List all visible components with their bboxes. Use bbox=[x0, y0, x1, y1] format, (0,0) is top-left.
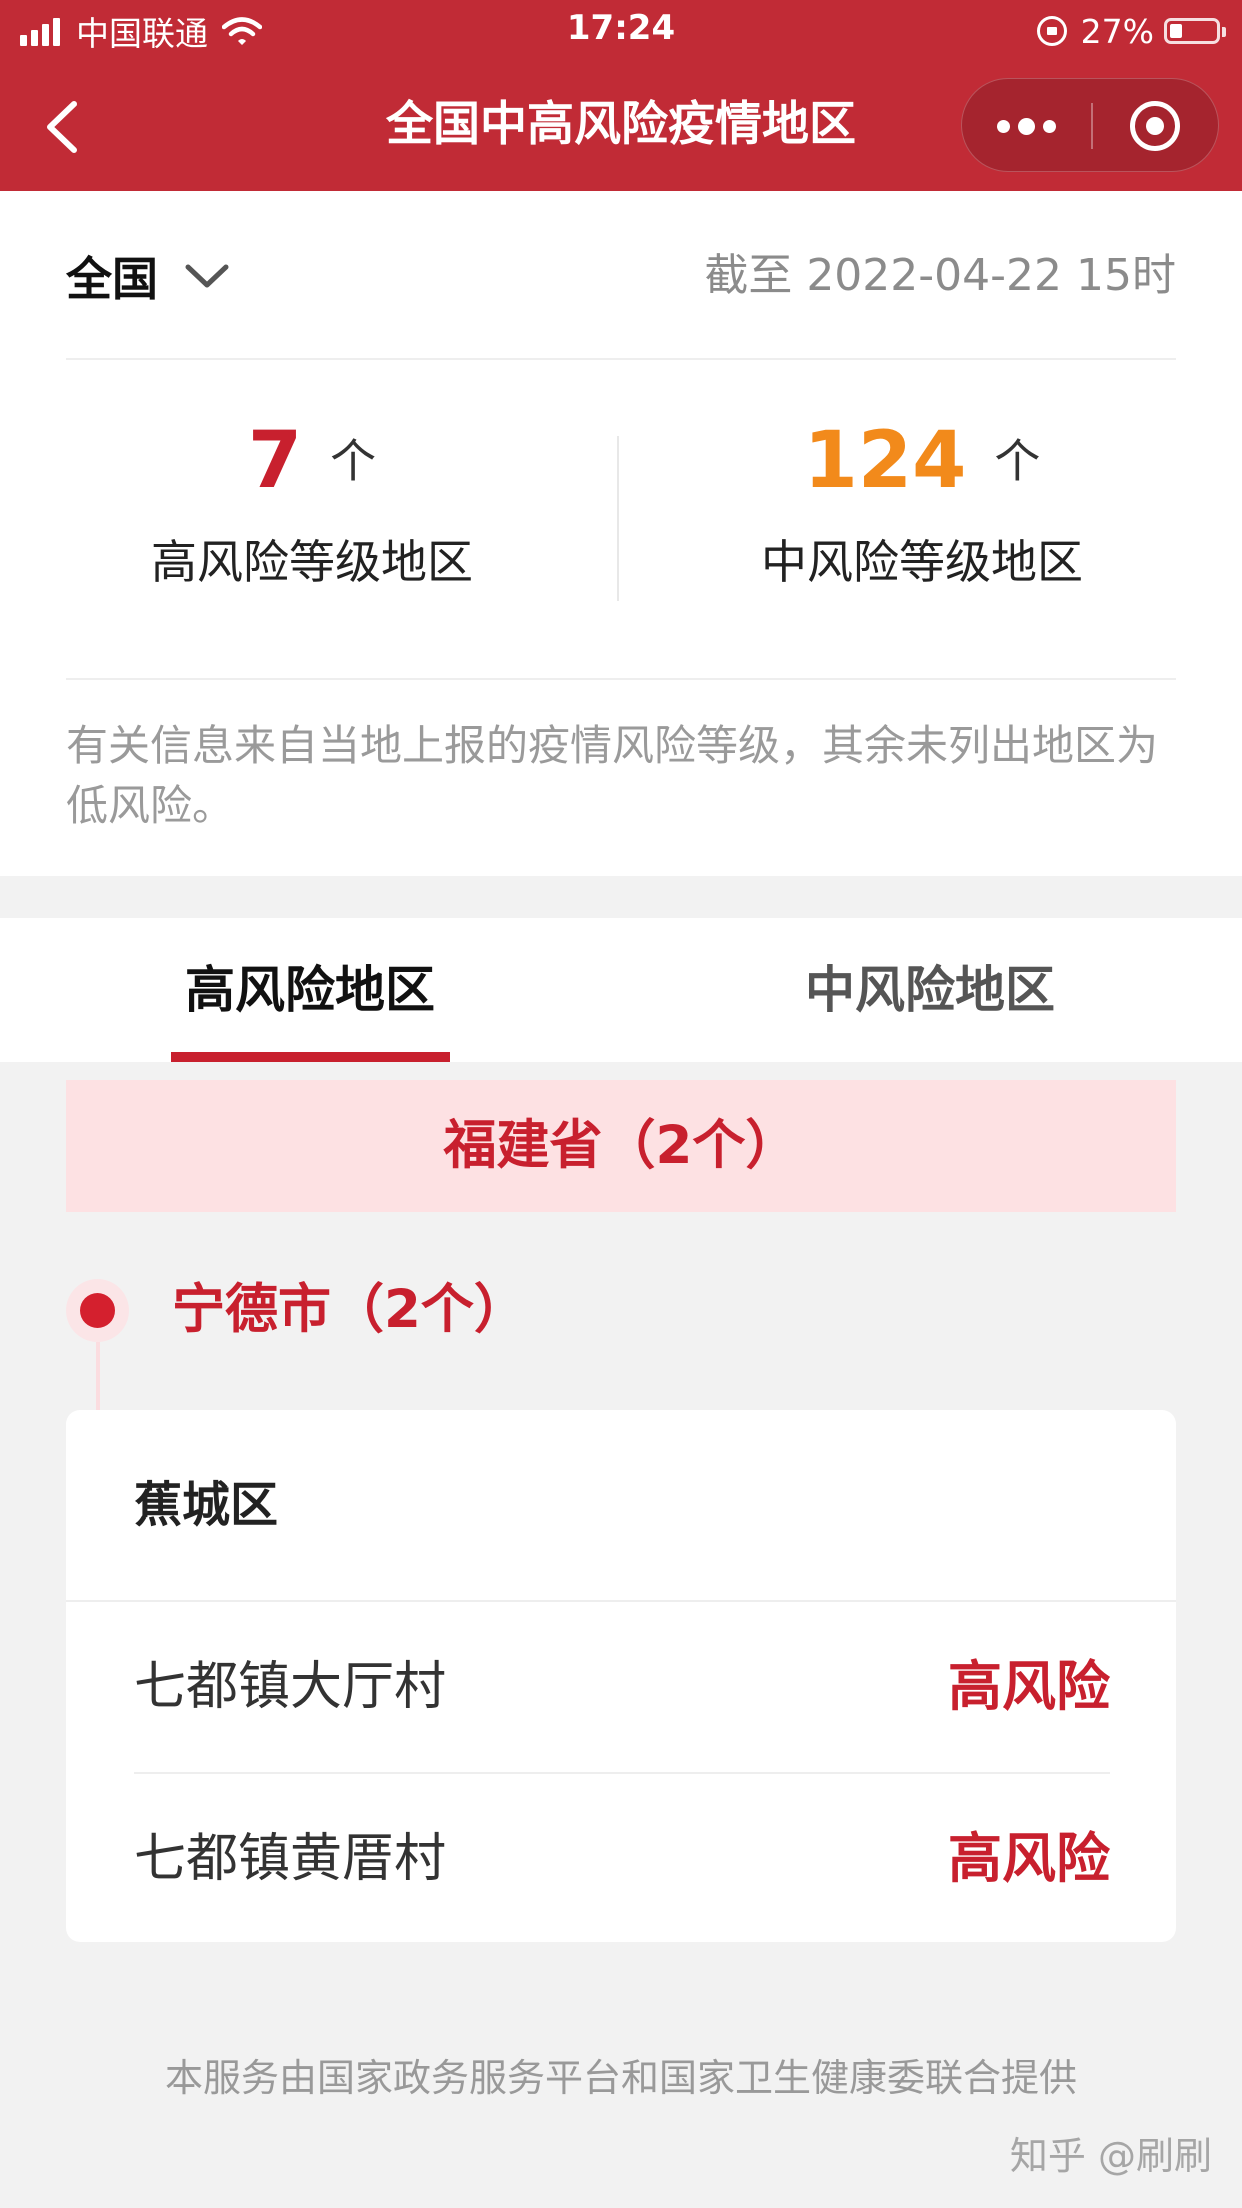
status-right: 27% bbox=[1036, 8, 1226, 54]
tab-high-risk[interactable]: 高风险地区 bbox=[0, 918, 620, 1062]
stat-divider bbox=[617, 436, 619, 601]
district-card: 蕉城区 七都镇大厅村 高风险 七都镇黄厝村 高风险 bbox=[66, 1410, 1176, 1942]
battery-percent: 27% bbox=[1080, 11, 1154, 51]
high-risk-unit: 个 bbox=[330, 434, 377, 488]
risk-level-badge: 高风险 bbox=[948, 1655, 1110, 1718]
city-name: 宁德市（2个） bbox=[172, 1279, 527, 1340]
risk-level-badge: 高风险 bbox=[948, 1827, 1110, 1890]
active-tab-indicator bbox=[171, 1052, 450, 1062]
app-header: 中国联通 17:24 27% 全国中高风险疫情地区 bbox=[0, 0, 1242, 191]
district-name: 蕉城区 bbox=[134, 1477, 279, 1533]
capsule-divider bbox=[1091, 103, 1093, 149]
divider bbox=[66, 358, 1176, 360]
list-item: 七都镇黄厝村 高风险 bbox=[134, 1774, 1110, 1944]
watermark: 知乎 @刷刷 bbox=[1009, 2134, 1212, 2178]
medium-risk-count: 124 bbox=[803, 416, 967, 506]
more-icon[interactable] bbox=[962, 79, 1090, 173]
mini-program-capsule bbox=[961, 78, 1219, 172]
close-mini-program-icon[interactable] bbox=[1130, 101, 1180, 151]
high-risk-count-row: 7 个 bbox=[42, 416, 582, 506]
battery-icon bbox=[1164, 18, 1226, 44]
medium-risk-count-row: 124 个 bbox=[652, 416, 1192, 506]
divider bbox=[66, 678, 1176, 680]
region-selector[interactable]: 全国 bbox=[66, 246, 230, 306]
high-risk-label: 高风险等级地区 bbox=[151, 535, 473, 589]
region-label: 全国 bbox=[66, 252, 158, 306]
place-name: 七都镇大厅村 bbox=[134, 1657, 447, 1717]
place-name: 七都镇黄厝村 bbox=[134, 1829, 447, 1889]
status-bar: 中国联通 17:24 27% bbox=[0, 0, 1242, 62]
risk-tabs: 高风险地区 中风险地区 bbox=[0, 918, 1242, 1062]
high-risk-count: 7 bbox=[247, 416, 303, 506]
city-header: 宁德市（2个） bbox=[0, 1270, 1242, 1350]
info-note: 有关信息来自当地上报的疫情风险等级，其余未列出地区为低风险。 bbox=[66, 721, 1159, 830]
medium-risk-stat: 124 个 中风险等级地区 bbox=[652, 416, 1192, 592]
nav-bar: 全国中高风险疫情地区 bbox=[0, 62, 1242, 191]
high-risk-stat: 7 个 高风险等级地区 bbox=[42, 416, 582, 592]
summary-card: 全国 截至 2022-04-22 15时 7 个 高风险等级地区 124 个 中… bbox=[0, 191, 1242, 876]
medium-risk-label: 中风险等级地区 bbox=[761, 535, 1083, 589]
timeline-line bbox=[96, 1342, 100, 1410]
list-item: 七都镇大厅村 高风险 bbox=[134, 1602, 1110, 1774]
tab-medium-risk[interactable]: 中风险地区 bbox=[620, 918, 1240, 1062]
rotation-lock-icon bbox=[1036, 16, 1067, 46]
battery-level bbox=[1170, 24, 1182, 38]
medium-risk-unit: 个 bbox=[994, 434, 1041, 488]
province-header[interactable]: 福建省（2个） bbox=[66, 1080, 1176, 1212]
timeline-dot-icon bbox=[80, 1293, 115, 1328]
footer-text: 本服务由国家政务服务平台和国家卫生健康委联合提供 bbox=[164, 2056, 1077, 2100]
update-time: 截至 2022-04-22 15时 bbox=[704, 250, 1176, 301]
chevron-down-icon bbox=[185, 264, 229, 288]
